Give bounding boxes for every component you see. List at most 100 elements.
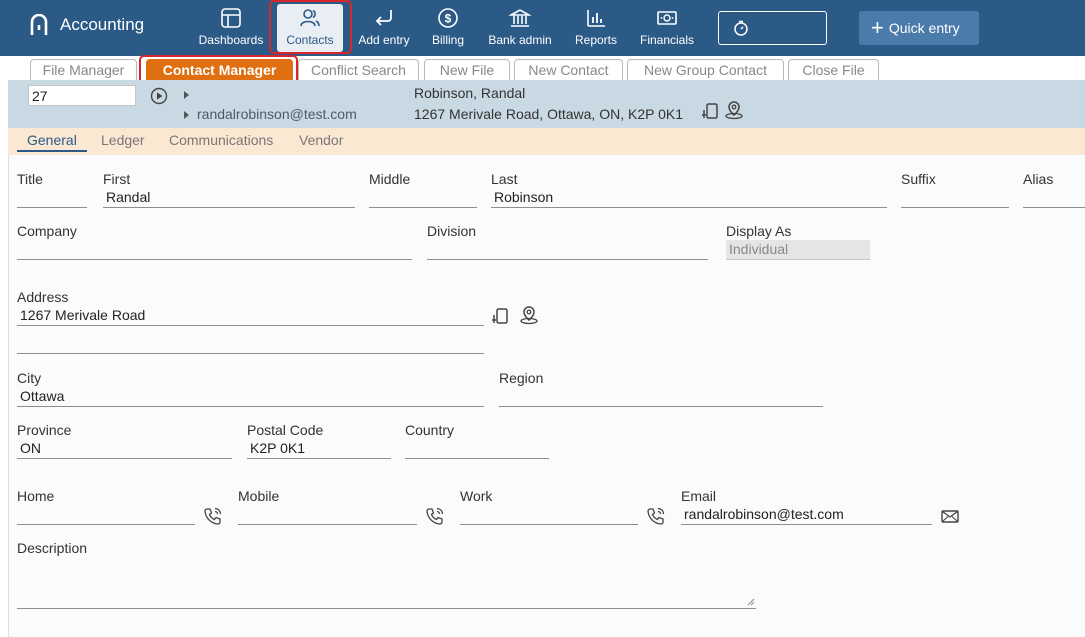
contact-subtabs: General Ledger Communications Vendor — [8, 128, 1085, 155]
file-number-input[interactable]: 27 — [28, 85, 136, 106]
nav-add-entry[interactable]: Add entry — [353, 4, 415, 52]
display-as-label: Display As — [726, 223, 792, 239]
alias-label: Alias — [1023, 171, 1054, 187]
division-field[interactable] — [427, 240, 708, 260]
quick-entry-button[interactable]: + Quick entry — [859, 11, 979, 45]
tab-new-group-contact-label: New Group Contact — [644, 62, 767, 78]
dollar-icon: $ — [438, 8, 458, 28]
tab-new-contact-label: New Contact — [528, 62, 609, 78]
email-label: Email — [681, 488, 717, 504]
nav-bank-admin-label: Bank admin — [488, 33, 552, 47]
region-field[interactable] — [499, 387, 823, 407]
nav-reports[interactable]: Reports — [572, 4, 620, 52]
postal-code-label: Postal Code — [247, 422, 324, 438]
tab-file-manager[interactable]: File Manager — [30, 59, 137, 80]
title-label: Title — [17, 171, 43, 187]
description-textarea[interactable] — [17, 563, 756, 609]
home-phone-label: Home — [17, 488, 55, 504]
nav-financials-label: Financials — [639, 33, 695, 47]
work-phone-field[interactable] — [460, 505, 638, 525]
svg-text:$: $ — [445, 12, 452, 26]
suffix-label: Suffix — [901, 171, 936, 187]
subtab-general[interactable]: General — [17, 132, 87, 152]
mobile-phone-field[interactable] — [238, 505, 417, 525]
plus-icon: + — [871, 15, 884, 40]
postal-code-field[interactable]: K2P 0K1 — [247, 439, 391, 459]
tab-new-file[interactable]: New File — [424, 59, 510, 80]
tab-close-file-label: Close File — [802, 62, 865, 78]
map-pin-icon[interactable] — [724, 100, 744, 120]
nav-bank-admin[interactable]: Bank admin — [484, 4, 556, 52]
description-label: Description — [17, 540, 88, 556]
tab-new-file-label: New File — [439, 62, 495, 78]
app-title: Accounting — [60, 15, 145, 34]
tab-file-manager-label: File Manager — [42, 62, 125, 78]
stopwatch-icon — [734, 20, 748, 36]
subtab-ledger[interactable]: Ledger — [91, 132, 155, 150]
map-pin-icon[interactable] — [519, 305, 539, 325]
subtab-communications[interactable]: Communications — [159, 132, 283, 150]
last-name-label: Last — [491, 171, 518, 187]
timer-button[interactable] — [718, 11, 827, 45]
address-line2-field[interactable] — [17, 334, 484, 354]
contact-header-panel: 27 randalrobinson@test.com Robinson, Ran… — [8, 80, 1085, 128]
copy-address-icon[interactable] — [701, 101, 721, 121]
alias-field[interactable] — [1023, 188, 1085, 208]
first-name-label: First — [103, 171, 131, 187]
phone-call-icon[interactable] — [425, 506, 445, 526]
nav-dashboards-label: Dashboards — [198, 33, 264, 47]
mobile-phone-label: Mobile — [238, 488, 280, 504]
phone-call-icon[interactable] — [646, 506, 666, 526]
app-brand[interactable]: Accounting — [30, 14, 144, 36]
province-label: Province — [17, 422, 72, 438]
first-name-field[interactable]: Randal — [103, 188, 355, 208]
country-label: Country — [405, 422, 455, 438]
nav-financials[interactable]: Financials — [636, 4, 698, 52]
dashboard-icon — [221, 8, 241, 28]
city-field[interactable]: Ottawa — [17, 387, 484, 407]
phone-call-icon[interactable] — [203, 506, 223, 526]
money-icon — [657, 11, 677, 25]
bank-icon — [509, 9, 531, 27]
work-phone-label: Work — [460, 488, 493, 504]
contact-general-form: Title First Randal Middle Last Robinson … — [8, 155, 1085, 637]
email-field[interactable]: randalrobinson@test.com — [681, 505, 932, 525]
header-email[interactable]: randalrobinson@test.com — [197, 106, 357, 122]
play-circle-icon[interactable] — [150, 87, 168, 105]
address-label: Address — [17, 289, 69, 305]
tab-conflict-search[interactable]: Conflict Search — [298, 59, 419, 80]
header-address: 1267 Merivale Road, Ottawa, ON, K2P 0K1 — [414, 106, 683, 122]
expand-arrow-icon[interactable] — [184, 91, 189, 99]
nav-add-entry-label: Add entry — [358, 33, 410, 47]
country-field[interactable] — [405, 439, 549, 459]
last-name-field[interactable]: Robinson — [491, 188, 887, 208]
app-logo-icon — [30, 14, 48, 35]
middle-name-field[interactable] — [369, 188, 477, 208]
tab-new-group-contact[interactable]: New Group Contact — [627, 59, 784, 80]
nav-dashboards[interactable]: Dashboards — [196, 4, 266, 52]
home-phone-field[interactable] — [17, 505, 195, 525]
division-label: Division — [427, 223, 477, 239]
middle-name-label: Middle — [369, 171, 411, 187]
company-field[interactable] — [17, 240, 412, 260]
title-field[interactable] — [17, 188, 87, 208]
quick-entry-label: Quick entry — [888, 20, 960, 36]
top-nav-bar: Accounting Dashboards Contacts Add entry… — [0, 0, 1085, 56]
province-field[interactable]: ON — [17, 439, 232, 459]
bar-chart-icon — [587, 10, 605, 27]
suffix-field[interactable] — [901, 188, 1009, 208]
nav-billing-label: Billing — [431, 33, 464, 47]
email-arrow-icon[interactable] — [184, 111, 189, 119]
subtab-vendor[interactable]: Vendor — [289, 132, 353, 150]
contacts-highlight-box — [269, 0, 352, 54]
nav-billing[interactable]: $ Billing — [426, 4, 470, 52]
copy-address-icon[interactable] — [491, 306, 511, 326]
display-as-field: Individual — [726, 240, 870, 260]
tab-new-contact[interactable]: New Contact — [514, 59, 623, 80]
mail-icon[interactable] — [940, 506, 960, 526]
city-label: City — [17, 370, 42, 386]
resize-grip-icon[interactable] — [747, 598, 755, 606]
address-line1-field[interactable]: 1267 Merivale Road — [17, 306, 484, 326]
tab-conflict-search-label: Conflict Search — [311, 62, 406, 78]
tab-close-file[interactable]: Close File — [788, 59, 879, 80]
